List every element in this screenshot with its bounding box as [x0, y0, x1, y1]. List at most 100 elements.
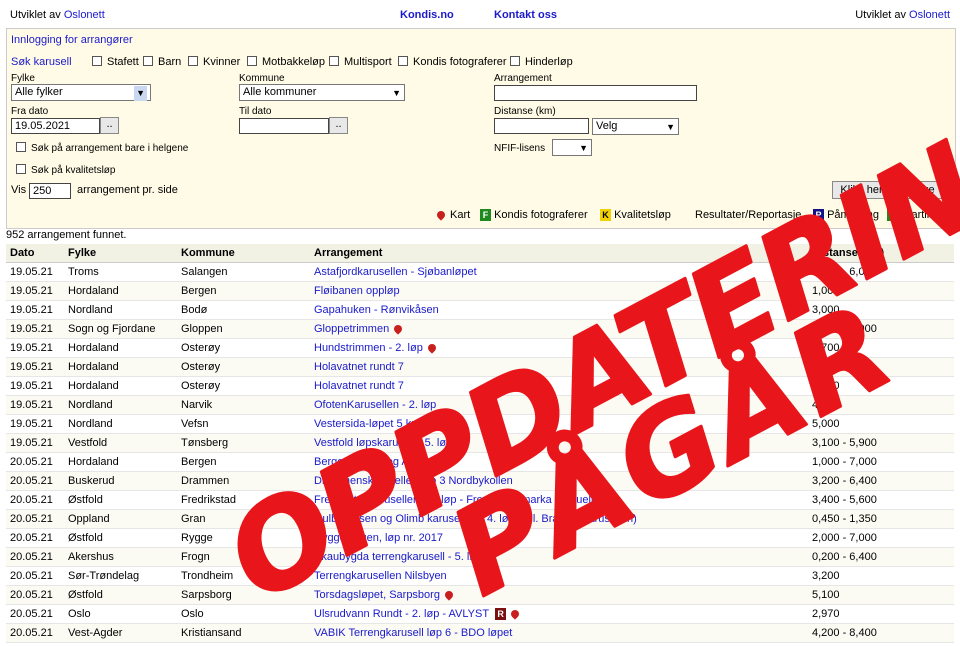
table-row: 20.05.21 Vest-Agder Kristiansand VABIK Terr… — [6, 623, 954, 643]
organizer-login-link[interactable]: Innlogging for arrangører — [11, 34, 133, 46]
category-checkbox[interactable] — [510, 56, 520, 66]
cell-distanse: 0,450 - 1,350 — [808, 509, 954, 529]
legend-label: Kart — [450, 209, 471, 221]
legend-photo: F Kondis fotograferer — [480, 209, 588, 222]
col-header-fylke[interactable]: Fylke — [64, 244, 177, 263]
category-label: Kondis fotograferer — [413, 56, 507, 68]
event-link[interactable]: Skaubygda terrengkarusell - 5. løp — [314, 551, 482, 563]
event-link[interactable]: VABIK Terrengkarusell løp 6 - BDO løpet — [314, 627, 512, 639]
helg-checkbox[interactable] — [16, 142, 26, 152]
event-link[interactable]: Terrengkarusellen Nilsbyen — [314, 570, 447, 582]
cell-arrangement: Astafjordkarusellen - Sjøbanløpet — [310, 262, 808, 282]
cell-kommune: Oslo — [177, 604, 310, 624]
cell-arrangement: OfotenKarusellen - 2. løp — [310, 395, 808, 415]
event-link[interactable]: Ryggejoggen, løp nr. 2017 — [314, 532, 443, 544]
search-button[interactable]: Klikk her for å søke — [832, 181, 943, 199]
cell-fylke: Oppland — [64, 509, 177, 529]
map-pin-icon[interactable] — [426, 342, 438, 354]
results-badge-icon[interactable]: R — [495, 608, 507, 621]
cell-dato: 19.05.21 — [6, 395, 64, 415]
table-row: 20.05.21 Sør-Trøndelag Trondheim Terrengkar… — [6, 566, 954, 586]
category-checkbox[interactable] — [143, 56, 153, 66]
event-link[interactable]: Vestfold løpskarusell - 5. løp — [314, 437, 452, 449]
map-pin-icon[interactable] — [509, 608, 521, 620]
cell-fylke: Buskerud — [64, 471, 177, 491]
legend-map: Kart — [435, 209, 471, 221]
kommune-value: Alle kommuner — [243, 86, 317, 98]
event-link[interactable]: Gulbrandsen og Olimb karusellen - 4. løp… — [314, 513, 637, 525]
event-link[interactable]: Torsdagsløpet, Sarpsborg — [314, 589, 440, 601]
event-link[interactable]: Holavatnet rundt 7 — [314, 361, 404, 373]
col-header-kommune[interactable]: Kommune — [177, 244, 310, 263]
cell-kommune: Osterøy — [177, 357, 310, 377]
distanse-select-value: Velg — [596, 120, 618, 132]
table-row: 19.05.21 Nordland Narvik OfotenKarusellen -… — [6, 395, 954, 415]
cell-arrangement: Holavatnet rundt 7 — [310, 376, 808, 396]
cell-arrangement: Vestersida-løpet 5 km — [310, 414, 808, 434]
cell-arrangement: Fløibanen oppløp — [310, 281, 808, 301]
distanse-input[interactable] — [494, 118, 589, 134]
event-link[interactable]: Gloppetrimmen — [314, 323, 389, 335]
cell-arrangement: Torsdagsløpet, Sarpsborg — [310, 585, 808, 605]
cell-dato: 19.05.21 — [6, 281, 64, 301]
event-link[interactable]: Holavatnet rundt 7 — [314, 380, 404, 392]
legend-label: Kondis fotograferer — [494, 209, 588, 221]
cell-kommune: Narvik — [177, 395, 310, 415]
contact-link[interactable]: Kontakt oss — [494, 9, 557, 21]
cell-dato: 20.05.21 — [6, 604, 64, 624]
category-checkbox[interactable] — [247, 56, 257, 66]
table-row: 19.05.21 Troms Salangen Astafjordkarusellen… — [6, 262, 954, 282]
cell-arrangement: Gloppetrimmen — [310, 319, 808, 339]
cell-fylke: Hordaland — [64, 338, 177, 358]
cell-kommune: Kristiansand — [177, 623, 310, 643]
results-count: 952 arrangement funnet. — [6, 229, 127, 241]
category-checkbox[interactable] — [398, 56, 408, 66]
til-dato-input[interactable] — [239, 118, 329, 134]
cell-dato: 19.05.21 — [6, 376, 64, 396]
kvalitet-checkbox[interactable] — [16, 164, 26, 174]
cell-distanse: 5,000 — [808, 414, 954, 434]
event-link[interactable]: Vestersida-løpet 5 km — [314, 418, 420, 430]
kommune-select[interactable]: Alle kommuner ▼ — [239, 84, 405, 101]
cell-arrangement: Gapahuken - Rønvikåsen — [310, 300, 808, 320]
event-link[interactable]: Drammenskarusellen løp 3 Nordbykollen — [314, 475, 513, 487]
cell-kommune: Rygge — [177, 528, 310, 548]
col-header-distanse[interactable]: Distanse (km) — [808, 244, 954, 263]
event-link[interactable]: Astafjordkarusellen - Sjøbanløpet — [314, 266, 477, 278]
category-checkbox[interactable] — [329, 56, 339, 66]
col-header-arrangement[interactable]: Arrangement — [310, 244, 808, 263]
distanse-select[interactable]: Velg ▼ — [592, 118, 679, 135]
cell-dato: 19.05.21 — [6, 357, 64, 377]
event-link[interactable]: Ulsrudvann Rundt - 2. løp - AVLYST — [314, 608, 489, 620]
fra-dato-picker-button[interactable]: .. — [100, 117, 119, 134]
cell-kommune: Trondheim — [177, 566, 310, 586]
col-header-dato[interactable]: Dato — [6, 244, 64, 263]
category-label: Kvinner — [203, 56, 241, 68]
cell-kommune: Frogn — [177, 547, 310, 567]
til-dato-picker-button[interactable]: .. — [329, 117, 348, 134]
category-checkbox[interactable] — [188, 56, 198, 66]
cell-kommune: Osterøy — [177, 338, 310, 358]
cell-kommune: Osterøy — [177, 376, 310, 396]
event-link[interactable]: Gapahuken - Rønvikåsen — [314, 304, 439, 316]
category-checkbox[interactable] — [92, 56, 102, 66]
event-link[interactable]: Bergens Råesteg AVLYST — [314, 456, 442, 468]
arrangement-input[interactable] — [494, 85, 697, 101]
event-link[interactable]: Hundstrimmen - 2. løp — [314, 342, 423, 354]
map-pin-icon[interactable] — [443, 589, 455, 601]
fylke-select[interactable]: Alle fylker ▼ — [11, 84, 151, 101]
per-page-input[interactable]: 250 — [29, 183, 71, 199]
oslonett-link[interactable]: Oslonett — [64, 9, 105, 21]
table-row: 20.05.21 Oslo Oslo Ulsrudvann Rundt - 2. lø… — [6, 604, 954, 624]
map-pin-icon[interactable] — [392, 323, 404, 335]
nfif-select[interactable]: ▼ — [552, 139, 592, 156]
vis-label: Vis — [11, 184, 27, 196]
oslonett-link[interactable]: Oslonett — [909, 9, 950, 21]
fra-dato-input[interactable]: 19.05.2021 — [11, 118, 100, 134]
cell-arrangement: Gulbrandsen og Olimb karusellen - 4. løp… — [310, 509, 808, 529]
kondis-link[interactable]: Kondis.no — [400, 9, 454, 21]
credit-prefix: Utviklet av — [10, 9, 61, 21]
event-link[interactable]: Fredrikstadkarusellen - 1. løp - Fredrik… — [314, 494, 594, 506]
event-link[interactable]: Fløibanen oppløp — [314, 285, 400, 297]
event-link[interactable]: OfotenKarusellen - 2. løp — [314, 399, 436, 411]
